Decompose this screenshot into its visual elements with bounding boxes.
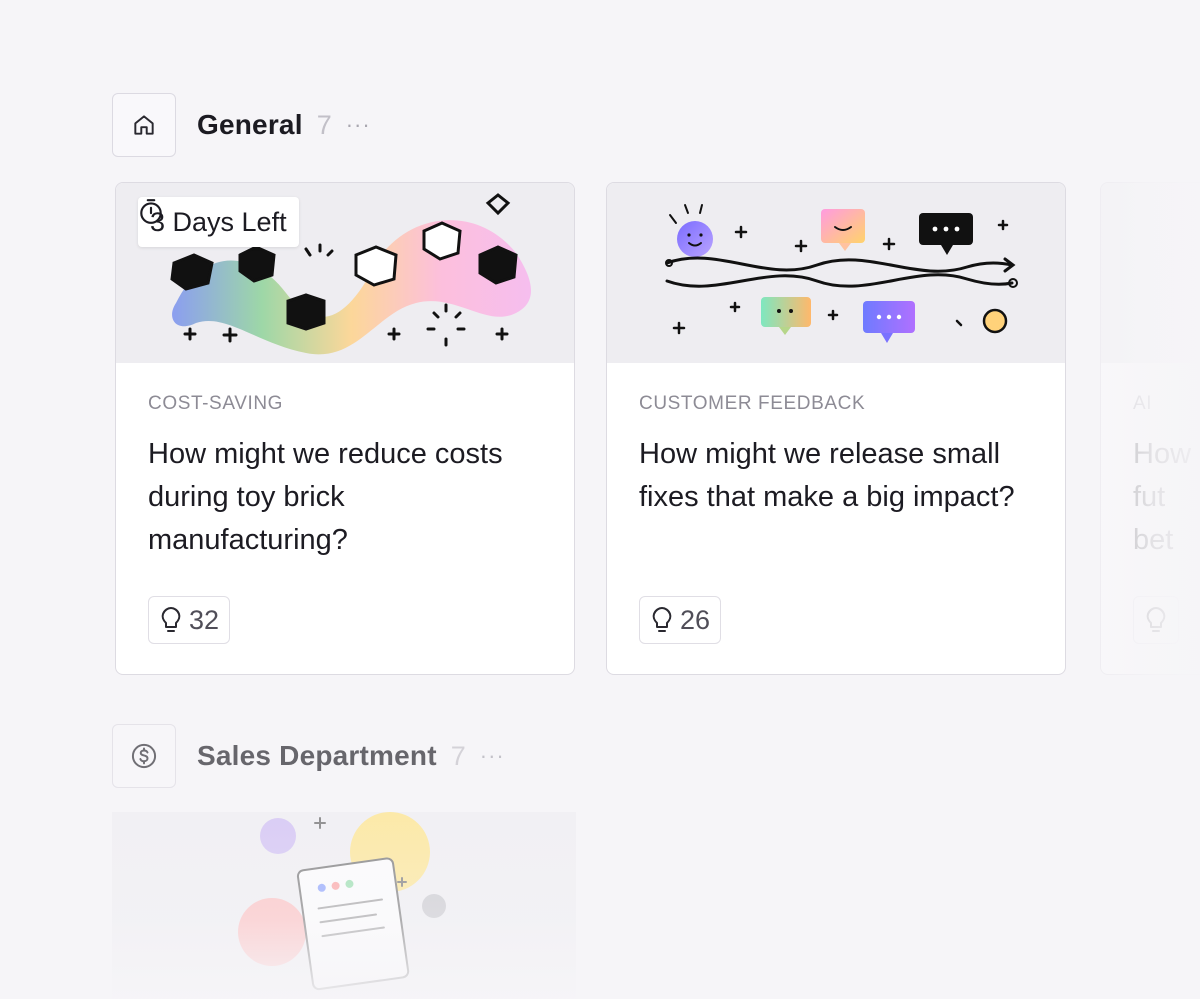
section-header-general: General 7 ··· [112,93,371,157]
card-category: AI [1133,393,1153,414]
challenge-card[interactable] [112,812,576,999]
lightbulb-icon [161,607,181,632]
deadline-text: 3 Days Left [150,206,287,237]
card-question: How fut bet [1133,438,1192,556]
lightbulb-icon [652,607,672,632]
more-options-button[interactable]: ··· [480,745,505,767]
challenge-card[interactable]: CUSTOMER FEEDBACK How might we release s… [606,182,1066,675]
deadline-badge: 3 Days Left [138,197,299,247]
card-category: CUSTOMER FEEDBACK [639,393,866,414]
idea-count-badge[interactable] [1133,596,1179,644]
challenge-card[interactable]: 3 Days Left COST-SAVING How might we red… [115,182,575,675]
card-category: COST-SAVING [148,393,284,414]
feedback-waves-illustration [665,204,1018,343]
card-question: How might we release small fixes that ma… [639,438,1015,513]
idea-count-badge[interactable]: 26 [639,596,722,644]
section-count: 7 [316,109,332,140]
idea-count-badge[interactable]: 32 [148,596,231,644]
card-illustration [607,183,1065,363]
home-icon [134,115,154,135]
section-icon-button[interactable] [112,724,176,788]
more-options-button[interactable]: ··· [346,114,371,136]
document-illustration [238,812,446,991]
section-count: 7 [450,740,466,771]
section-icon-button[interactable] [112,93,176,157]
idea-count: 26 [680,604,711,635]
idea-count: 32 [189,604,220,635]
dollar-coin-icon [131,743,157,769]
section-title[interactable]: Sales Department [197,740,437,772]
card-illustration [1101,183,1200,363]
section-title[interactable]: General [197,109,303,141]
challenge-card[interactable]: AI How fut bet [1100,182,1200,675]
lightbulb-icon [1146,607,1166,632]
section-header-sales: Sales Department 7 ··· [112,724,505,788]
card-question: How might we reduce costs during toy bri… [148,438,503,556]
stopwatch-icon [140,199,162,224]
card-illustration: 3 Days Left [116,183,574,363]
